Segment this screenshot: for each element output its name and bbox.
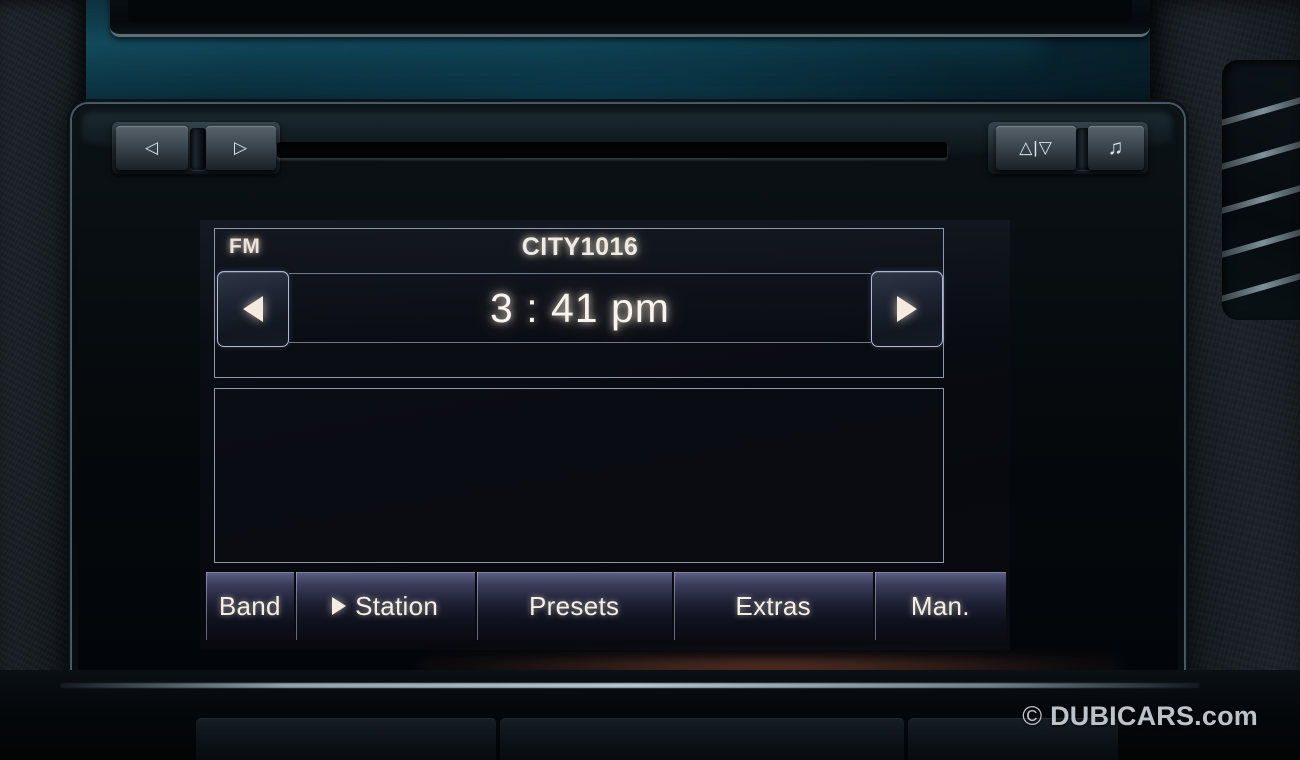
vent-slat bbox=[1222, 136, 1300, 174]
left-button-divider bbox=[190, 128, 206, 170]
top-vent-opening bbox=[128, 0, 1132, 22]
softkey-bar: Band Station Presets Extras Man. bbox=[206, 572, 1007, 640]
softkey-band-label: Band bbox=[218, 590, 281, 621]
copyright-icon: © bbox=[1022, 701, 1043, 731]
clock-row: 3 : 41 pm bbox=[215, 269, 945, 347]
vent-slat bbox=[1222, 92, 1300, 130]
previous-station-button[interactable] bbox=[217, 271, 289, 347]
lcd-screen: FM CITY1016 3 : 41 pm Band Station Prese… bbox=[200, 220, 1010, 650]
lower-control-button[interactable] bbox=[500, 718, 904, 760]
next-station-button[interactable] bbox=[871, 271, 943, 347]
softkey-manual[interactable]: Man. bbox=[874, 572, 1007, 640]
seek-previous-icon: ◁ bbox=[144, 138, 160, 157]
radio-head-unit: ◁ ▷ △|▽ ♫ FM CITY1016 3: 41 pm Band Sta… bbox=[72, 104, 1184, 694]
music-note-icon: ♫ bbox=[1107, 136, 1125, 159]
softkey-station-label: Station bbox=[355, 590, 439, 621]
seek-next-icon: ▷ bbox=[233, 138, 249, 157]
eject-updown-icon: △|▽ bbox=[1019, 138, 1053, 157]
right-triangle-icon bbox=[897, 296, 917, 322]
eject-updown-button[interactable]: △|▽ bbox=[996, 126, 1076, 170]
radio-info-panel[interactable] bbox=[214, 388, 944, 563]
softkey-presets-label: Presets bbox=[529, 590, 620, 621]
softkey-station[interactable]: Station bbox=[295, 572, 475, 640]
clock-display: 3 : 41 pm bbox=[490, 284, 670, 331]
softkey-presets[interactable]: Presets bbox=[476, 572, 672, 640]
left-triangle-icon bbox=[243, 296, 263, 322]
now-playing-panel: FM CITY1016 3 : 41 pm bbox=[214, 228, 944, 378]
softkey-extras-label: Extras bbox=[735, 590, 811, 621]
play-triangle-icon bbox=[332, 597, 347, 615]
right-air-vent[interactable] bbox=[1222, 60, 1300, 320]
station-name: CITY1016 bbox=[521, 233, 639, 261]
softkey-band[interactable]: Band bbox=[206, 572, 294, 640]
softkey-extras[interactable]: Extras bbox=[673, 572, 873, 640]
seek-next-button[interactable]: ▷ bbox=[206, 126, 276, 170]
softkey-manual-label: Man. bbox=[910, 590, 970, 621]
lower-control-button[interactable] bbox=[196, 718, 496, 760]
watermark-text: DUBICARS.com bbox=[1050, 701, 1258, 731]
media-music-button[interactable]: ♫ bbox=[1088, 126, 1144, 170]
screenshot-scene: ◁ ▷ △|▽ ♫ FM CITY1016 3: 41 pm Band Sta… bbox=[0, 0, 1300, 760]
cd-disc-slot[interactable] bbox=[277, 142, 947, 158]
vent-slat bbox=[1222, 268, 1300, 306]
watermark: © DUBICARS.com bbox=[1022, 701, 1258, 732]
vent-slat bbox=[1222, 224, 1300, 262]
seek-previous-button[interactable]: ◁ bbox=[116, 126, 188, 170]
lower-chrome-strip bbox=[60, 683, 1200, 688]
vent-slat bbox=[1222, 180, 1300, 218]
